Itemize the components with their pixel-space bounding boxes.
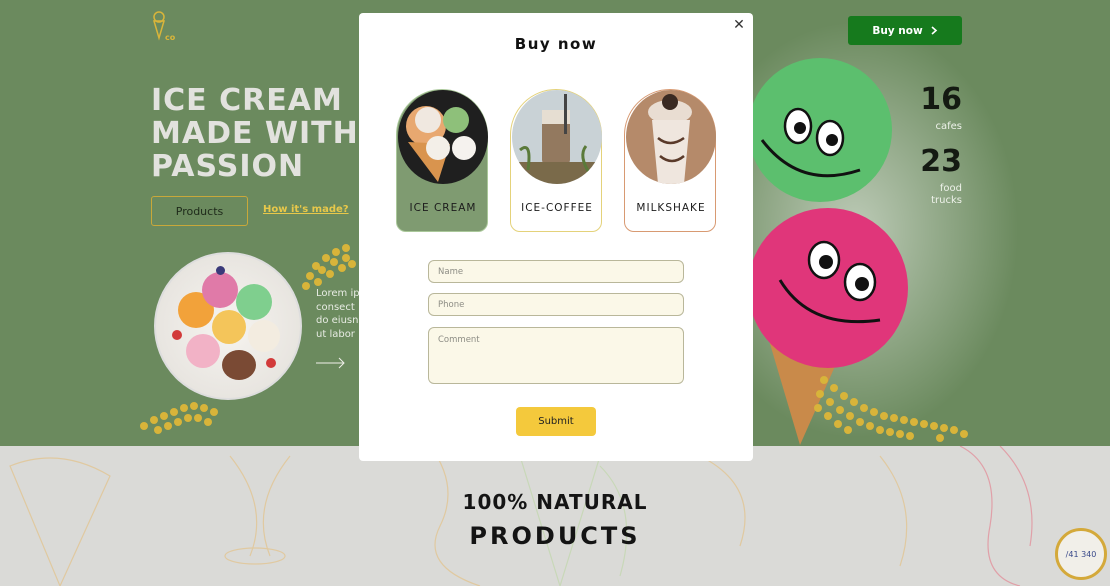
- ice-cream-photo: [398, 90, 488, 184]
- choice-ice-coffee[interactable]: ICE-COFFEE: [510, 89, 602, 232]
- modal-title: Buy now: [514, 35, 598, 53]
- close-icon[interactable]: ✕: [731, 17, 747, 33]
- choice-label: MILKSHAKE: [636, 202, 706, 214]
- submit-button[interactable]: Submit: [516, 407, 596, 436]
- ice-coffee-photo: [512, 90, 602, 184]
- choice-ice-cream[interactable]: ICE CREAM: [396, 89, 488, 232]
- comment-field[interactable]: [428, 327, 684, 384]
- milkshake-photo: [626, 90, 716, 184]
- name-field[interactable]: [428, 260, 684, 283]
- phone-field[interactable]: [428, 293, 684, 316]
- choice-label: ICE CREAM: [409, 202, 477, 214]
- buy-now-modal: ✕ Buy now ICE CREAM ICE-COFFEE MILKSHAKE…: [359, 13, 753, 461]
- choice-label: ICE-COFFEE: [521, 202, 593, 214]
- choice-milkshake[interactable]: MILKSHAKE: [624, 89, 716, 232]
